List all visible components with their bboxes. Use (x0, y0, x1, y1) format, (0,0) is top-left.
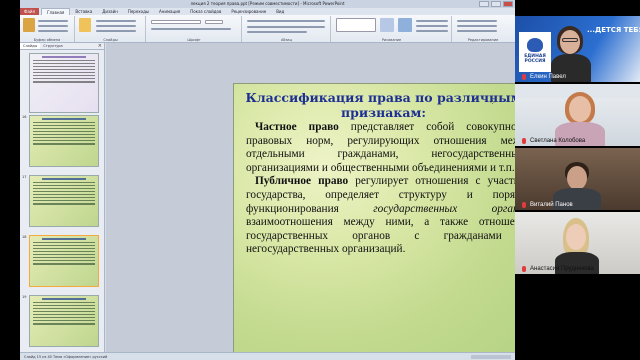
group-clipboard: Буфер обмена (20, 16, 75, 42)
current-slide[interactable]: Классификация права по различным признак… (233, 83, 515, 353)
shape-fill-button[interactable] (416, 20, 448, 22)
term-private-law: Частное право (255, 121, 339, 133)
video-tile[interactable]: ЕДИНАЯ РОССИЯ ...ДЕТСЯ ТЕБЯ! Елкин Павел (515, 16, 640, 82)
list-buttons[interactable] (247, 20, 325, 22)
group-label: Абзац (281, 38, 292, 42)
video-tile[interactable]: Светлана Колобова (515, 84, 640, 146)
reset-button[interactable] (96, 25, 136, 27)
slide-thumbnail-selected[interactable] (29, 235, 99, 287)
align-buttons[interactable] (247, 26, 325, 28)
panel-tabs: Слайды Структура (20, 43, 104, 50)
group-label: Слайды (103, 38, 118, 42)
avatar (560, 30, 580, 54)
video-tile[interactable]: Виталий Панов (515, 148, 640, 210)
participant-name: Елкин Павел (530, 74, 566, 80)
shape-outline-button[interactable] (416, 25, 448, 27)
slide-thumbnail[interactable] (29, 175, 99, 227)
title-bar: лекция 2 теория права.ppt [Режим совмест… (20, 0, 515, 8)
screen: лекция 2 теория права.ppt [Режим совмест… (0, 0, 640, 360)
group-label: Рисование (381, 38, 402, 42)
tab-review[interactable]: Рецензирование (226, 8, 271, 15)
mouse-cursor-icon: ⁘ (489, 98, 496, 107)
group-label: Буфер обмена (33, 38, 61, 42)
font-format-buttons[interactable] (151, 28, 231, 30)
avatar (566, 224, 586, 250)
slide-number: 18 (22, 235, 27, 239)
group-slides: Слайды (76, 16, 146, 42)
group-drawing: Рисование (332, 16, 452, 42)
participant-name: Виталий Панов (530, 202, 573, 208)
close-icon[interactable]: × (98, 43, 102, 50)
format-painter-button[interactable] (38, 30, 68, 32)
group-label: Шрифт (187, 38, 201, 42)
maximize-button[interactable] (491, 1, 501, 7)
paragraph-private-law: Частное право представляет собой совокуп… (246, 121, 515, 174)
shape-effects-button[interactable] (416, 30, 448, 32)
shapes-gallery[interactable] (336, 18, 376, 32)
video-tile[interactable]: Анастасия Прудникова (515, 212, 640, 274)
arrange-icon[interactable] (380, 18, 394, 32)
slide-thumbnail[interactable] (29, 115, 99, 167)
term-public-law: Публичное право (255, 175, 349, 188)
tab-animations[interactable]: Анимация (154, 8, 185, 15)
font-name-field[interactable] (151, 20, 201, 24)
slide-number: 19 (22, 295, 27, 299)
tab-insert[interactable]: Вставка (70, 8, 97, 15)
ribbon-tabs: Файл Главная Вставка Дизайн Переходы Ани… (20, 7, 515, 16)
slide-thumbnail[interactable] (29, 53, 99, 113)
tab-design[interactable]: Дизайн (97, 8, 123, 15)
file-tab[interactable]: Файл (20, 8, 40, 15)
slide-number: 16 (22, 115, 27, 119)
tab-view[interactable]: Вид (271, 8, 289, 15)
minimize-button[interactable] (479, 1, 489, 7)
replace-button[interactable] (457, 25, 497, 27)
close-button[interactable] (503, 1, 513, 7)
find-button[interactable] (457, 20, 497, 22)
slide-editor: Классификация права по различным признак… (106, 43, 515, 353)
group-label: Редактирование (467, 38, 499, 42)
tab-slideshow[interactable]: Показ слайдов (185, 8, 226, 15)
group-font: Шрифт (147, 16, 242, 42)
zoom-slider[interactable] (471, 355, 511, 359)
slide-body: Частное право представляет собой совокуп… (246, 121, 515, 257)
tab-slides[interactable]: Слайды (20, 43, 41, 49)
bear-icon (527, 38, 543, 52)
slide-number: 17 (22, 175, 27, 179)
select-button[interactable] (457, 30, 497, 32)
cut-button[interactable] (38, 20, 68, 22)
slide-thumbnail[interactable] (29, 295, 99, 347)
window-controls (479, 1, 513, 7)
font-size-field[interactable] (205, 20, 223, 24)
status-text: Слайд 15 из 40 Тема «Оформление» русский (24, 355, 108, 359)
slides-panel: Слайды Структура × 16 17 18 19 (20, 43, 105, 352)
tab-outline[interactable]: Структура (40, 43, 65, 49)
paste-icon[interactable] (23, 18, 35, 32)
ribbon: Буфер обмена Слайды Шрифт Абзац Рисовани… (20, 15, 515, 43)
quick-styles-icon[interactable] (398, 18, 412, 32)
group-editing: Редактирование (453, 16, 513, 42)
new-slide-icon[interactable] (79, 18, 91, 32)
paragraph-public-law: Публичное право регулирует отношения с у… (246, 175, 515, 256)
slide-title: Классификация права по различным признак… (245, 90, 515, 120)
section-button[interactable] (96, 30, 136, 32)
powerpoint-window: лекция 2 теория права.ppt [Режим совмест… (20, 0, 515, 360)
copy-button[interactable] (38, 25, 68, 27)
glasses-icon (562, 38, 578, 42)
layout-button[interactable] (96, 20, 136, 22)
group-paragraph: Абзац (243, 16, 331, 42)
window-title: лекция 2 теория права.ppt [Режим совмест… (190, 1, 345, 6)
avatar (567, 166, 587, 190)
text-direction-button[interactable] (247, 31, 307, 33)
party-logo: ЕДИНАЯ РОССИЯ (519, 32, 551, 72)
status-bar: Слайд 15 из 40 Тема «Оформление» русский (20, 352, 515, 360)
participant-name: Светлана Колобова (530, 138, 586, 144)
avatar (569, 96, 591, 122)
tab-transitions[interactable]: Переходы (123, 8, 154, 15)
participant-name: Анастасия Прудникова (530, 266, 594, 272)
banner-slogan: ...ДЕТСЯ ТЕБЯ! (587, 26, 640, 34)
